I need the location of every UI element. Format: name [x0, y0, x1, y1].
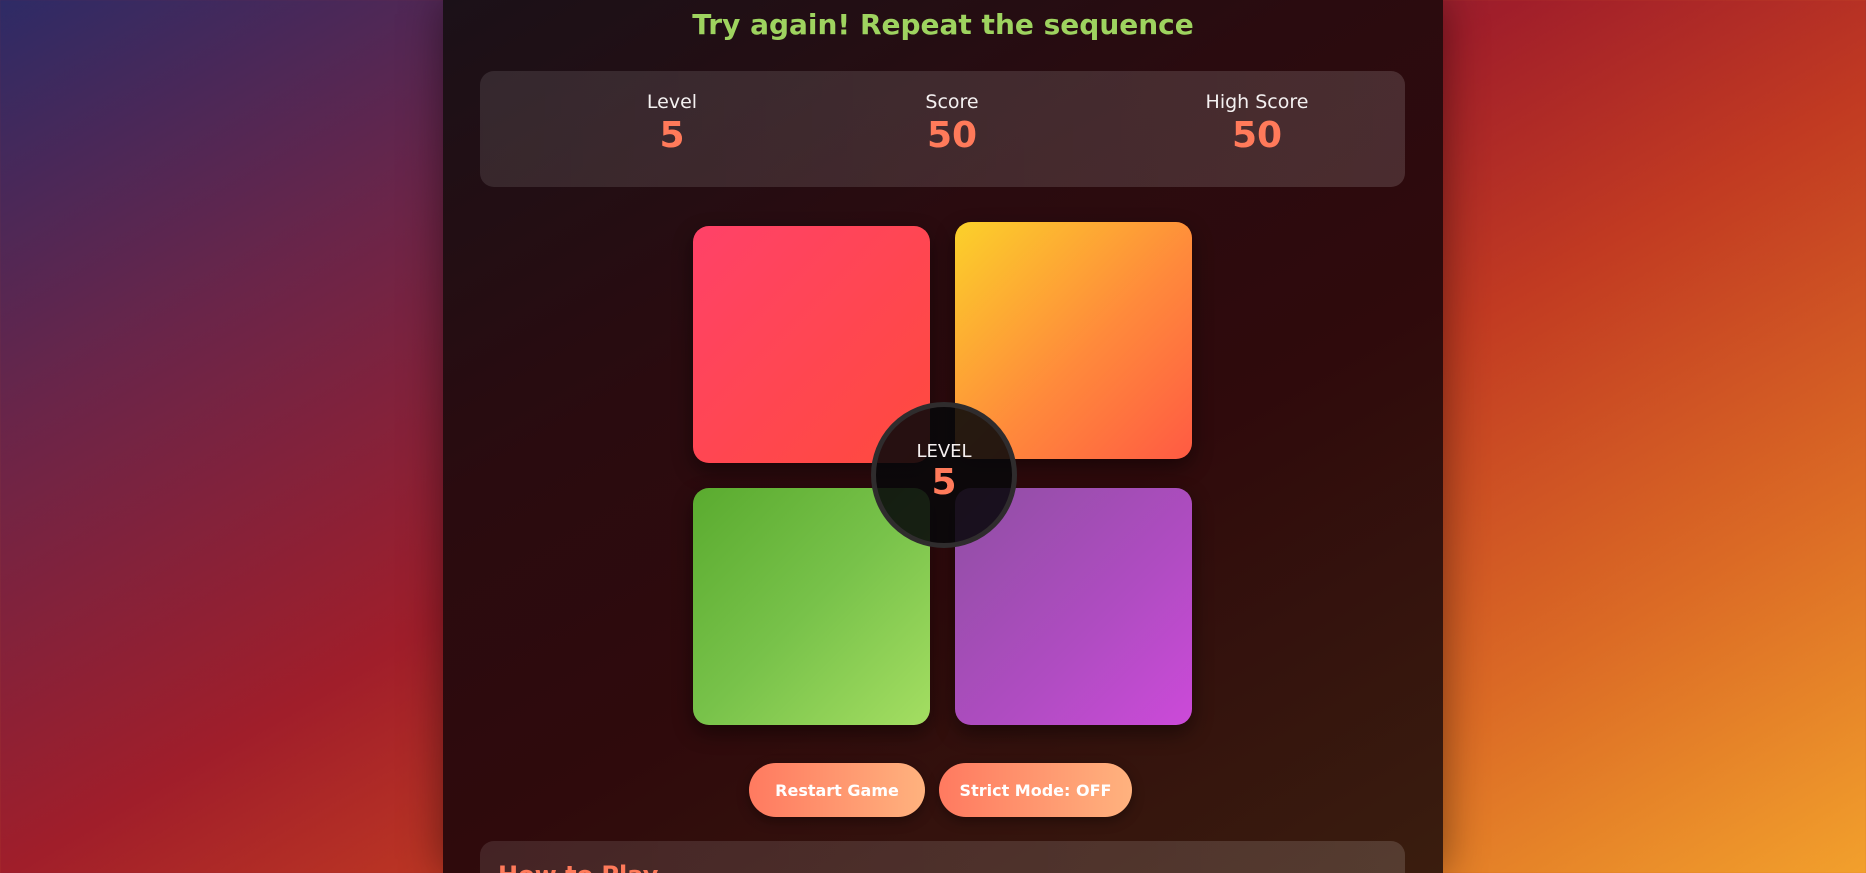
stats-bar: Level 5 Score 50 High Score 50 — [480, 71, 1405, 187]
level-stat: Level 5 — [562, 91, 782, 156]
level-value: 5 — [659, 115, 685, 156]
high-score-stat: High Score 50 — [1147, 91, 1367, 156]
restart-game-button[interactable]: Restart Game — [749, 763, 925, 817]
game-panel: Try again! Repeat the sequence Level 5 S… — [443, 0, 1443, 873]
center-level-value: 5 — [931, 462, 957, 503]
how-to-play-section: How to Play — [480, 841, 1405, 873]
high-score-label: High Score — [1205, 91, 1309, 113]
level-label: Level — [646, 91, 698, 113]
how-to-play-title: How to Play — [498, 861, 658, 873]
high-score-value: 50 — [1231, 115, 1283, 156]
score-value: 50 — [926, 115, 978, 156]
strict-mode-toggle[interactable]: Strict Mode: OFF — [939, 763, 1132, 817]
center-level-display: LEVEL 5 — [871, 402, 1017, 548]
status-message: Try again! Repeat the sequence — [692, 8, 1194, 41]
score-stat: Score 50 — [842, 91, 1062, 156]
center-level-label: LEVEL — [916, 441, 972, 462]
score-label: Score — [925, 91, 979, 113]
